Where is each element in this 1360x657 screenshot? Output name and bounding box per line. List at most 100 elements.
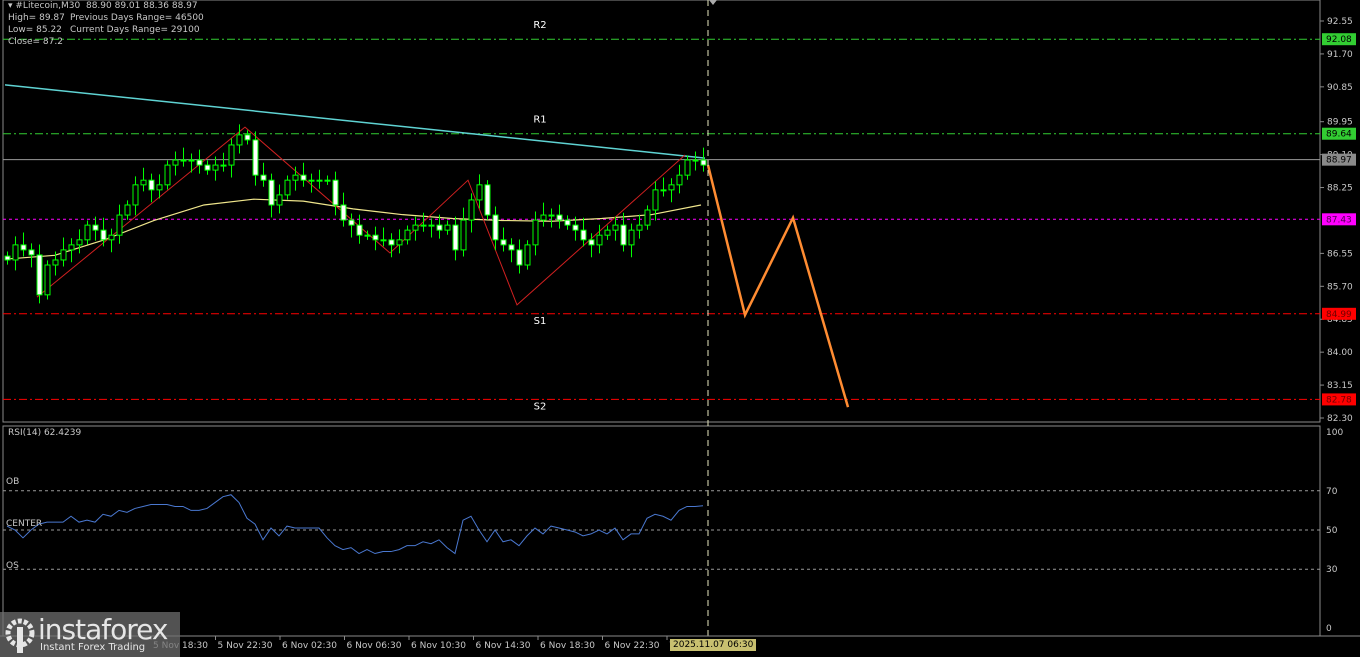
high-text: High= 89.87 [8, 13, 65, 23]
candle-body [244, 134, 251, 141]
candle-body [508, 244, 515, 251]
candle-body [596, 234, 603, 246]
y-tick-label: 84.00 [1327, 348, 1353, 358]
candle [500, 227, 507, 252]
candle-body [364, 234, 371, 237]
current-days-range: Current Days Range= 29100 [70, 25, 200, 35]
rsi-line [6, 494, 704, 555]
candle [444, 220, 451, 235]
candle [28, 243, 35, 268]
candle-body [172, 159, 179, 166]
symbol-info: ▾ #Litecoin,M30 88.90 89.01 88.36 88.97 [8, 1, 198, 11]
candle-body [652, 189, 659, 211]
x-tick-label: 6 Nov 22:30 [605, 641, 660, 651]
price-tag: 82.78 [1326, 395, 1352, 405]
candle [4, 251, 11, 265]
candle-body [668, 184, 675, 191]
candle-body [628, 229, 635, 246]
candle [180, 147, 187, 167]
candle-body [588, 239, 595, 246]
ma-slow-line [4, 84, 706, 159]
symbol-ohlc: #Litecoin,M30 88.90 89.01 88.36 88.97 [15, 1, 198, 11]
price-tag: 92.08 [1326, 35, 1352, 45]
candle [124, 200, 131, 220]
candle-body [228, 144, 235, 166]
y-tick-label: 83.15 [1327, 381, 1353, 391]
candle-body [556, 214, 563, 221]
candle [268, 173, 275, 218]
candle-body [292, 174, 299, 181]
candle [548, 208, 555, 228]
candle-body [36, 254, 43, 296]
candle [508, 238, 515, 263]
price-tag: 88.97 [1326, 156, 1352, 166]
y-tick-label: 89.95 [1327, 118, 1353, 128]
candle-body [20, 244, 27, 251]
y-tick-label: 86.55 [1327, 249, 1353, 259]
x-tick-label: 6 Nov 14:30 [476, 641, 531, 651]
candle [260, 162, 267, 187]
forecast-line [706, 164, 850, 408]
candle [372, 226, 379, 251]
candle [92, 216, 99, 241]
rsi-ob-label: OB [6, 477, 20, 487]
rsi-tick-label: 0 [1326, 624, 1332, 634]
candle [284, 175, 291, 200]
candle-body [404, 229, 411, 241]
candle [668, 178, 675, 203]
candle [596, 224, 603, 254]
candle-body [492, 214, 499, 241]
rsi-tick-label: 100 [1326, 428, 1343, 438]
candle-body [68, 244, 75, 251]
candle-body [332, 179, 339, 206]
rsi-panel-frame [2, 425, 1321, 637]
candle [612, 216, 619, 241]
price-tag: 87.43 [1326, 215, 1352, 225]
candle-body [444, 224, 451, 231]
candle [628, 223, 635, 258]
candle-body [476, 184, 483, 201]
candle-body [260, 174, 267, 181]
candle [140, 167, 147, 192]
candle [532, 211, 539, 256]
instaforex-logo: instaforex Instant Forex Trading [0, 612, 180, 657]
candle [108, 228, 115, 253]
candle-body [540, 214, 547, 221]
candle-body [500, 239, 507, 246]
candle-body [372, 234, 379, 241]
candle [276, 184, 283, 214]
candle [148, 173, 155, 203]
candle-body [604, 229, 611, 236]
candle-body [660, 189, 667, 192]
candle-body [348, 219, 355, 226]
candle-body [516, 249, 523, 266]
candle-body [116, 214, 123, 236]
candle [476, 174, 483, 209]
candle [68, 238, 75, 263]
candle [644, 205, 651, 230]
candle [580, 217, 587, 247]
candle-body [636, 224, 643, 231]
candle [484, 180, 491, 220]
price-chart[interactable]: 92.5591.7090.8589.9589.1088.2586.5585.70… [0, 0, 1360, 657]
x-tick-label: 5 Nov 22:30 [218, 641, 273, 651]
candle-body [612, 224, 619, 231]
candle-body [572, 224, 579, 231]
candle [132, 176, 139, 216]
candle [412, 216, 419, 241]
candle-body [252, 139, 259, 176]
rsi-tick-label: 30 [1326, 565, 1338, 575]
rsi-tick-label: 70 [1326, 487, 1338, 497]
candle [404, 225, 411, 245]
candle-body [44, 264, 51, 296]
candle [60, 237, 67, 267]
rsi-center-label: CENTER [6, 519, 43, 529]
rsi-label: RSI(14) 62.4239 [8, 428, 82, 438]
candle-body [684, 159, 691, 176]
zigzag-line [36, 126, 686, 306]
level-label-r1: R1 [533, 115, 546, 126]
candle-body [132, 184, 139, 206]
candle [244, 130, 251, 145]
rsi-os-label: OS [6, 561, 19, 571]
candle-body [204, 164, 211, 171]
